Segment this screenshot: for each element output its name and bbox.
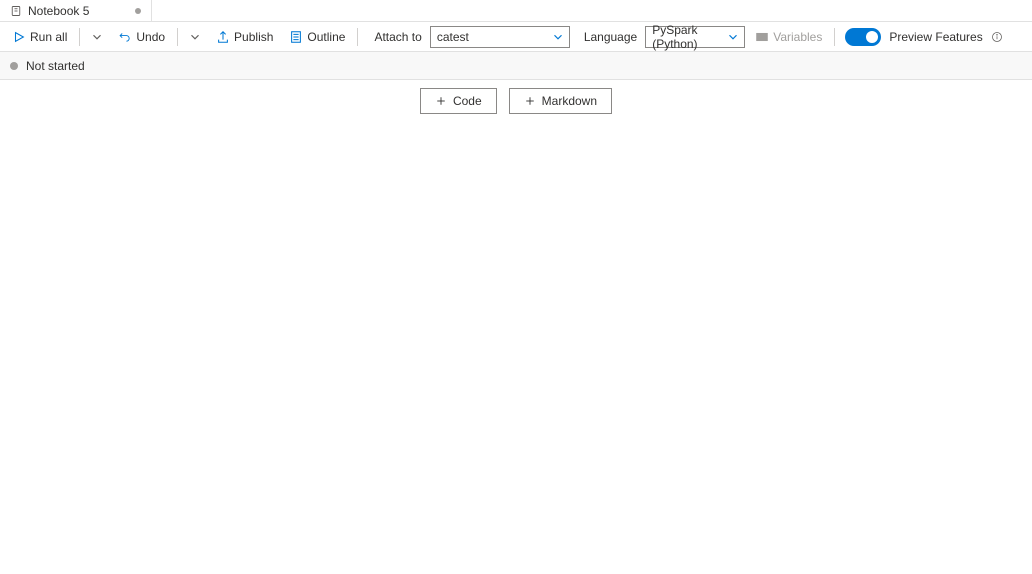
info-icon[interactable]	[991, 31, 1003, 43]
divider	[834, 28, 835, 46]
unsaved-dot-icon	[135, 8, 141, 14]
undo-label: Undo	[136, 30, 165, 44]
language-value: PySpark (Python)	[652, 23, 718, 51]
add-markdown-label: Markdown	[542, 94, 597, 108]
tab-title: Notebook 5	[28, 4, 89, 18]
tab-bar: Notebook 5	[0, 0, 1032, 22]
publish-icon	[216, 30, 230, 44]
notebook-icon	[10, 5, 22, 17]
plus-icon	[435, 95, 447, 107]
undo-dropdown-button[interactable]	[184, 25, 206, 49]
variables-button: Variables	[749, 25, 828, 49]
language-label: Language	[584, 30, 637, 44]
run-all-label: Run all	[30, 30, 67, 44]
chevron-down-icon	[90, 30, 104, 44]
outline-icon	[289, 30, 303, 44]
plus-icon	[524, 95, 536, 107]
chevron-down-icon	[726, 30, 740, 44]
preview-features-toggle-wrap: Preview Features	[845, 28, 1002, 46]
status-text: Not started	[26, 59, 85, 73]
notebook-tab[interactable]: Notebook 5	[0, 0, 152, 21]
language-select[interactable]: PySpark (Python)	[645, 26, 745, 48]
undo-icon	[118, 30, 132, 44]
add-code-button[interactable]: Code	[420, 88, 497, 114]
chevron-down-icon	[551, 30, 565, 44]
play-icon	[12, 30, 26, 44]
attach-to-select[interactable]: catest	[430, 26, 570, 48]
toolbar: Run all Undo Publish Outline Attach to	[0, 22, 1032, 52]
chevron-down-icon	[188, 30, 202, 44]
status-dot-icon	[10, 62, 18, 70]
run-all-button[interactable]: Run all	[6, 25, 73, 49]
toggle-knob	[866, 31, 878, 43]
attach-to-value: catest	[437, 30, 469, 44]
variables-icon	[755, 30, 769, 44]
variables-label: Variables	[773, 30, 822, 44]
preview-features-label: Preview Features	[889, 30, 982, 44]
undo-button[interactable]: Undo	[112, 25, 171, 49]
add-code-label: Code	[453, 94, 482, 108]
status-bar: Not started	[0, 52, 1032, 80]
divider	[79, 28, 80, 46]
outline-label: Outline	[307, 30, 345, 44]
preview-features-toggle[interactable]	[845, 28, 881, 46]
add-markdown-button[interactable]: Markdown	[509, 88, 612, 114]
run-dropdown-button[interactable]	[86, 25, 108, 49]
divider	[357, 28, 358, 46]
divider	[177, 28, 178, 46]
outline-button[interactable]: Outline	[283, 25, 351, 49]
publish-label: Publish	[234, 30, 273, 44]
attach-to-label: Attach to	[374, 30, 421, 44]
publish-button[interactable]: Publish	[210, 25, 279, 49]
main-area: Code Markdown	[0, 80, 1032, 114]
